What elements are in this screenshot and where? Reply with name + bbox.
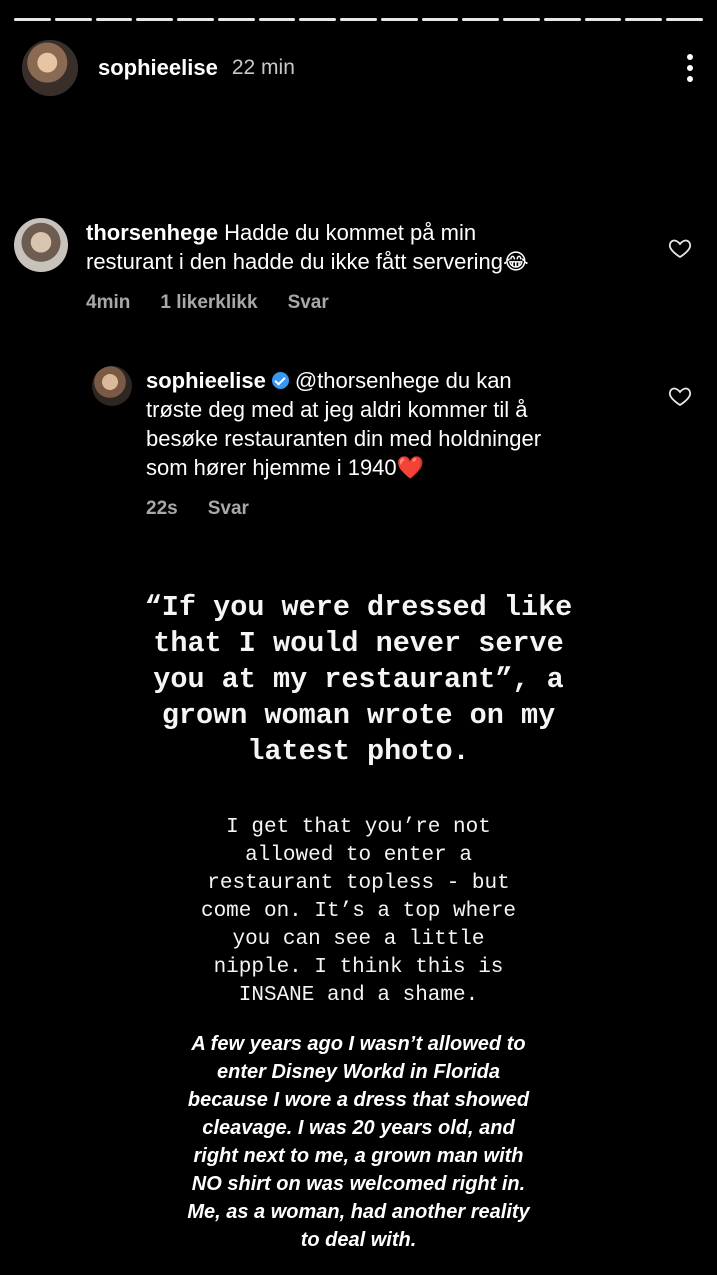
progress-segment [625, 18, 663, 21]
caption-line: that I would never serve [153, 627, 564, 660]
progress-segment [421, 18, 459, 21]
caption-line: come on. It’s a top where [200, 900, 517, 923]
caption-line: grown woman wrote on my [161, 699, 556, 732]
laughing-emoji: 😂 [503, 249, 529, 274]
verified-badge-icon [271, 372, 289, 389]
caption-line: restaurant topless - but [207, 872, 510, 895]
caption-line: latest photo. [247, 735, 470, 768]
story-progress-bar [14, 18, 704, 21]
comment-text-line: Hadde du kommet på min [224, 220, 477, 245]
story-username[interactable]: sophieelise [98, 55, 218, 81]
reply-time: 22s [146, 498, 178, 519]
caption-line: right next to me, a grown man with [193, 1145, 524, 1167]
progress-segment [462, 18, 500, 21]
comment-username[interactable]: thorsenhege [86, 220, 218, 245]
more-options-icon[interactable] [685, 54, 695, 82]
caption-line: to deal with. [300, 1229, 417, 1251]
caption-line: enter Disney Workd in Florida [216, 1061, 501, 1083]
caption-line: Me, as a woman, had another reality [187, 1201, 530, 1223]
story-caption-bottom: A few years ago I wasn’t allowed to ente… [0, 1030, 717, 1254]
heart-outline-icon[interactable] [668, 384, 692, 408]
caption-line: allowed to enter a [245, 844, 472, 867]
reply-username[interactable]: sophieelise [146, 368, 266, 393]
progress-segment [584, 18, 622, 21]
progress-segment [543, 18, 581, 21]
progress-segment [258, 18, 296, 21]
comment-meta: 4min 1 likerklikk Svar [86, 292, 529, 314]
caption-line: “If you were dressed like [144, 591, 573, 624]
story-time: 22 min [231, 56, 295, 79]
reply-text-line: som hører hjemme i 1940 [146, 455, 397, 480]
progress-segment [54, 18, 92, 21]
caption-line: A few years ago I wasn’t allowed to [191, 1033, 526, 1055]
progress-segment [217, 18, 255, 21]
story-caption-large: “If you were dressed like that I would n… [0, 590, 717, 770]
comment-time: 4min [86, 292, 131, 313]
progress-segment [136, 18, 174, 21]
caption-line: you at my restaurant”, a [153, 663, 564, 696]
reply-button[interactable]: Svar [288, 292, 329, 314]
reply-text-line: besøke restauranten din med holdninger [146, 426, 542, 451]
reply-button[interactable]: Svar [208, 498, 249, 520]
avatar[interactable] [14, 218, 68, 272]
progress-segment [340, 18, 377, 21]
progress-segment [14, 18, 51, 21]
avatar[interactable] [92, 366, 132, 406]
progress-segment [380, 18, 418, 21]
reply-text: sophieelise @thorsenhege du kan trøste de… [146, 366, 541, 482]
story-caption-medium: I get that you’re not allowed to enter a… [0, 814, 717, 1010]
reply-text-line: @thorsenhege du kan [294, 368, 512, 393]
caption-line: INSANE and a shame. [238, 984, 479, 1007]
comment-text-line: resturant i den hadde du ikke fått serve… [86, 249, 504, 274]
caption-line: you can see a little [232, 928, 485, 951]
caption-line: cleavage. I was 20 years old, and [202, 1117, 515, 1139]
reply-meta: 22s Svar [146, 498, 541, 520]
story-header: sophieelise 22 min [22, 40, 695, 96]
progress-segment [95, 18, 133, 21]
caption-line: NO shirt on was welcomed right in. [191, 1173, 526, 1195]
progress-segment [299, 18, 337, 21]
heart-outline-icon[interactable] [668, 236, 692, 260]
heart-emoji: ❤️ [396, 455, 425, 480]
comment-text: thorsenhege Hadde du kommet på min restu… [86, 218, 529, 276]
progress-segment [666, 18, 704, 21]
caption-line: I get that you’re not [226, 816, 491, 839]
likes-count[interactable]: 1 likerklikk [160, 292, 257, 314]
reply-comment: sophieelise @thorsenhege du kan trøste de… [92, 366, 541, 520]
progress-segment [503, 18, 540, 21]
progress-segment [177, 18, 214, 21]
caption-line: because I wore a dress that showed [187, 1089, 530, 1111]
comment: thorsenhege Hadde du kommet på min restu… [14, 218, 529, 314]
reply-text-line: trøste deg med at jeg aldri kommer til å [146, 397, 528, 422]
avatar[interactable] [22, 40, 78, 96]
caption-line: nipple. I think this is [213, 956, 504, 979]
